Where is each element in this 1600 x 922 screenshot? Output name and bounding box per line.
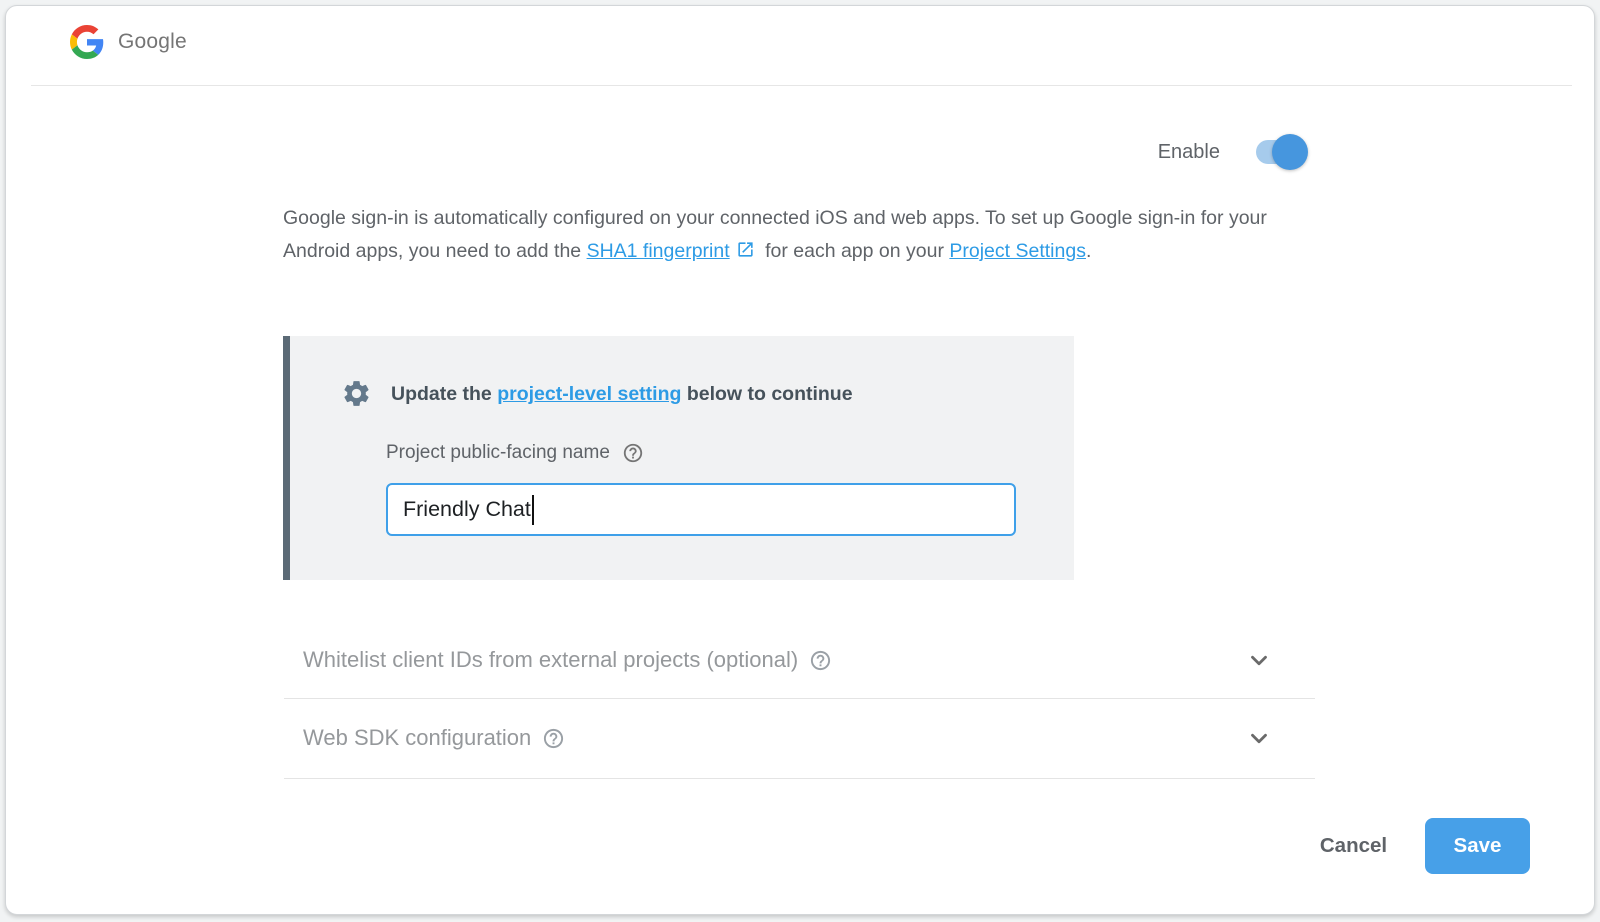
- field-label-row: Project public-facing name: [386, 439, 644, 467]
- text-caret: [532, 495, 534, 525]
- section-web-sdk-configuration[interactable]: Web SDK configuration: [284, 706, 1315, 770]
- help-icon[interactable]: [622, 442, 644, 464]
- whitelist-section-label: Whitelist client IDs from external proje…: [303, 647, 798, 673]
- toggle-knob: [1272, 134, 1308, 170]
- notice-title-suffix: below to continue: [681, 383, 852, 405]
- project-settings-link[interactable]: Project Settings: [949, 240, 1086, 262]
- project-level-setting-link[interactable]: project-level setting: [497, 383, 681, 405]
- provider-title: Google: [118, 30, 187, 54]
- web-sdk-section-label: Web SDK configuration: [303, 725, 531, 751]
- notice-title-prefix: Update the: [391, 383, 497, 405]
- help-icon[interactable]: [542, 727, 565, 750]
- open-in-new-icon[interactable]: [736, 240, 755, 259]
- chevron-down-icon[interactable]: [1246, 725, 1272, 751]
- description-part-3: .: [1086, 240, 1091, 262]
- project-name-value: Friendly Chat: [403, 497, 531, 522]
- enable-row: Enable: [1158, 132, 1308, 172]
- help-icon[interactable]: [809, 649, 832, 672]
- header-divider: [31, 85, 1572, 86]
- description-part-2: for each app on your: [760, 240, 950, 262]
- enable-toggle[interactable]: [1256, 134, 1308, 170]
- sha1-fingerprint-link[interactable]: SHA1 fingerprint: [587, 240, 730, 262]
- section-label-wrap: Web SDK configuration: [284, 725, 1246, 751]
- notice-title: Update the project-level setting below t…: [391, 380, 853, 408]
- description-text: Google sign-in is automatically configur…: [283, 202, 1278, 268]
- project-name-input[interactable]: Friendly Chat: [386, 483, 1016, 536]
- cancel-button[interactable]: Cancel: [1306, 818, 1401, 874]
- enable-label: Enable: [1158, 141, 1220, 164]
- project-name-label: Project public-facing name: [386, 442, 610, 464]
- section-label-wrap: Whitelist client IDs from external proje…: [284, 647, 1246, 673]
- provider-header: Google: [70, 22, 187, 62]
- chevron-down-icon[interactable]: [1246, 647, 1272, 673]
- project-setting-notice: Update the project-level setting below t…: [283, 336, 1074, 580]
- google-g-icon: [70, 25, 104, 59]
- google-signin-config-card: Google Enable Google sign-in is automati…: [5, 5, 1595, 915]
- section-whitelist-client-ids[interactable]: Whitelist client IDs from external proje…: [284, 628, 1315, 692]
- gear-icon: [341, 378, 372, 409]
- save-button[interactable]: Save: [1425, 818, 1530, 874]
- section-divider: [284, 698, 1315, 699]
- section-divider: [284, 778, 1315, 779]
